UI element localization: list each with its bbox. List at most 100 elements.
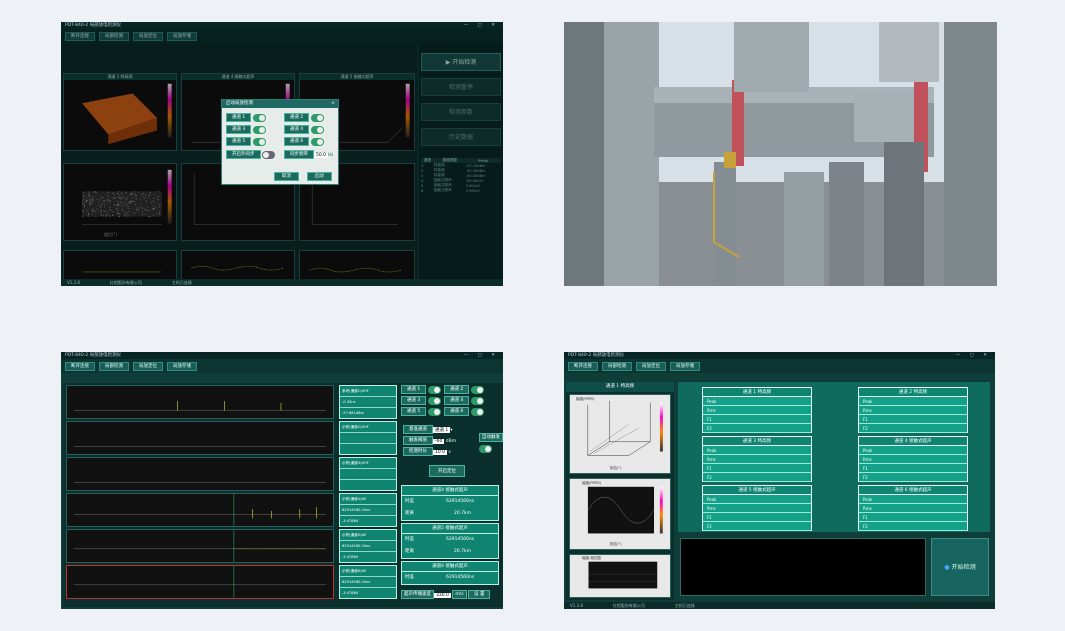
company-text: 红相股份有限公司 xyxy=(109,280,142,285)
strip-label-line: 示踪(通道4)AE xyxy=(340,494,396,505)
play-icon: ● xyxy=(944,564,952,571)
sync-freq-label: 同步频率 xyxy=(284,150,314,159)
toggle-channel-6[interactable] xyxy=(310,137,324,146)
threshold-unit: dBm xyxy=(445,439,457,444)
version-text: V1.3.8 xyxy=(570,603,583,608)
card-row-label: F1 xyxy=(707,466,712,471)
strip-ch5 xyxy=(66,529,334,563)
dialog-cancel-button[interactable]: 取消 xyxy=(274,172,299,181)
span-input[interactable]: 10.0 xyxy=(433,450,448,455)
menu-detect[interactable]: 局部检测 xyxy=(602,362,632,371)
strip-label-line: -57.861dBm xyxy=(340,408,396,418)
loc-toggle-4[interactable] xyxy=(470,396,484,405)
toggle-channel-1[interactable] xyxy=(252,113,266,122)
menu-bar: 断开连接 局部检测 局放定位 局放存储 xyxy=(564,359,995,373)
dlg-channel-4[interactable]: 通道 4 xyxy=(284,125,310,134)
strip-label-6: 示踪(通道6)AE 62914560.00ns -3.4786V xyxy=(339,565,397,599)
loc-channel-6[interactable]: 通道 6 xyxy=(444,407,470,416)
start-detect-button[interactable]: ● 开始检测 xyxy=(931,538,989,596)
result-ch5: 通道5 接触式超声 时差 62914560ns 距离 20.7km xyxy=(401,523,499,559)
dlg-channel-1[interactable]: 通道 1 xyxy=(226,113,252,122)
set-button[interactable]: 设 置 xyxy=(468,590,491,599)
sync-freq-unit: Hz xyxy=(328,152,334,157)
strip-label-5: 示踪(通道5)AE 62914560.00ns -3.4786V xyxy=(339,529,397,563)
auto-trigger-toggle[interactable] xyxy=(479,445,492,453)
card-title: 通道 1 特高频 xyxy=(703,388,811,397)
dlg-channel-6[interactable]: 通道 6 xyxy=(284,137,310,146)
strip-label-line xyxy=(340,444,396,454)
loc-channel-4[interactable]: 通道 4 xyxy=(444,396,470,405)
window-controls-icon[interactable]: — ▢ ✕ xyxy=(464,22,499,29)
dialog-close-icon[interactable]: × xyxy=(331,100,335,108)
ext-sync-toggle[interactable] xyxy=(262,150,276,159)
ref-channel-label: 基准通道 xyxy=(403,425,433,434)
card-row-label: F2 xyxy=(863,475,868,480)
window-controls-icon[interactable]: — ▢ ✕ xyxy=(956,352,991,359)
threshold-input[interactable]: -60 xyxy=(433,439,445,444)
sync-freq-input[interactable]: 50.0 xyxy=(314,153,329,158)
card-title: 通道 2 特高频 xyxy=(859,388,967,397)
loc-toggle-3[interactable] xyxy=(427,396,441,405)
menu-storage[interactable]: 局放存储 xyxy=(167,362,197,371)
card-title: 通道 5 接触式超声 xyxy=(703,486,811,495)
toggle-channel-3[interactable] xyxy=(252,125,266,134)
dialog-title: 启动局放检测 xyxy=(226,101,253,106)
strip-label-line: 参考(通道1)UHF xyxy=(340,386,396,397)
card-row-label: Rms xyxy=(863,457,872,462)
start-detect-dialog: 启动局放检测 × 通道 1 通道 3 通道 5 通道 2 通道 4 通道 6 开… xyxy=(221,99,339,185)
speed-input[interactable]: 330.0 xyxy=(434,593,451,598)
log-area xyxy=(680,538,926,596)
connection-status: 主机已连接 xyxy=(171,280,192,285)
connection-status: 主机已连接 xyxy=(674,603,695,608)
span-unit: s xyxy=(448,450,451,455)
menu-disconnect[interactable]: 断开连接 xyxy=(568,362,598,371)
card-row-label: Peak xyxy=(863,497,873,502)
start-locate-button[interactable]: 开启定位 xyxy=(429,465,465,477)
loc-toggle-6[interactable] xyxy=(470,407,484,416)
strip-label-line xyxy=(340,469,396,480)
strip-label-1: 参考(通道1)UHF -0.33ns -57.861dBm xyxy=(339,385,397,419)
result-title: 通道5 接触式超声 xyxy=(402,524,498,534)
status-bar: V1.3.8 红相股份有限公司 主机已连接 xyxy=(61,279,503,286)
strip-label-line: -0.33ns xyxy=(340,397,396,408)
menu-storage[interactable]: 局放存储 xyxy=(670,362,700,371)
strip-ch3 xyxy=(66,457,334,491)
menu-detect[interactable]: 局部检测 xyxy=(99,362,129,371)
window-title: PDT-840-2 局部放电检测仪 xyxy=(568,353,625,358)
loc-toggle-2[interactable] xyxy=(470,385,484,394)
dlg-channel-3[interactable]: 通道 3 xyxy=(226,125,252,134)
loc-channel-2[interactable]: 通道 2 xyxy=(444,385,470,394)
ref-channel-select[interactable]: 通道 1 xyxy=(433,427,451,433)
channel-card-5: 通道 5 接触式超声 Peak Rms F1 F2 xyxy=(702,485,812,531)
substation-photo xyxy=(564,22,997,286)
amp-phase-plot: 幅值-相位图 xyxy=(569,554,671,598)
chevron-down-icon[interactable]: ▾ xyxy=(450,428,452,433)
channel-card-3: 通道 3 特高频 Peak Rms F1 F2 xyxy=(702,436,812,482)
window-titlebar: PDT-840-2 局部放电检测仪 — ▢ ✕ xyxy=(564,352,995,359)
toggle-channel-5[interactable] xyxy=(252,137,266,146)
card-row-label: Rms xyxy=(707,506,716,511)
locate-controls: 通道 1 通道 2 通道 3 通道 4 通道 5 通道 6 基准通道 通道 1 ▾ … xyxy=(399,383,503,607)
strip-label-line: 示踪(通道2)UHF xyxy=(340,422,396,433)
loc-channel-1[interactable]: 通道 1 xyxy=(401,385,427,394)
menu-locate[interactable]: 局放定位 xyxy=(133,362,163,371)
channel-card-2: 通道 2 特高频 Peak Rms F1 F2 xyxy=(858,387,968,433)
loc-toggle-5[interactable] xyxy=(427,407,441,416)
dlg-channel-5[interactable]: 通道 5 xyxy=(226,137,252,146)
dlg-channel-2[interactable]: 通道 2 xyxy=(284,113,310,122)
loc-toggle-1[interactable] xyxy=(427,385,441,394)
toggle-channel-2[interactable] xyxy=(310,113,324,122)
menu-disconnect[interactable]: 断开连接 xyxy=(65,362,95,371)
card-row-label: Rms xyxy=(707,408,716,413)
prpd-plot: 幅值(PRPD) 相位(°) xyxy=(569,478,671,550)
waveform-area: 参考(通道1)UHF -0.33ns -57.861dBm 示踪(通道2)UHF 示踪(… xyxy=(63,383,399,607)
card-row-label: F2 xyxy=(707,475,712,480)
prps-plot: 幅值(PRPS) 相位(°) xyxy=(569,394,671,474)
toggle-channel-4[interactable] xyxy=(310,125,324,134)
loc-channel-3[interactable]: 通道 3 xyxy=(401,396,427,405)
window-controls-icon[interactable]: — ▢ ✕ xyxy=(464,352,499,359)
menu-locate[interactable]: 局放定位 xyxy=(636,362,666,371)
card-row-label: F1 xyxy=(707,515,712,520)
loc-channel-5[interactable]: 通道 5 xyxy=(401,407,427,416)
dialog-start-button[interactable]: 启动 xyxy=(306,172,332,181)
